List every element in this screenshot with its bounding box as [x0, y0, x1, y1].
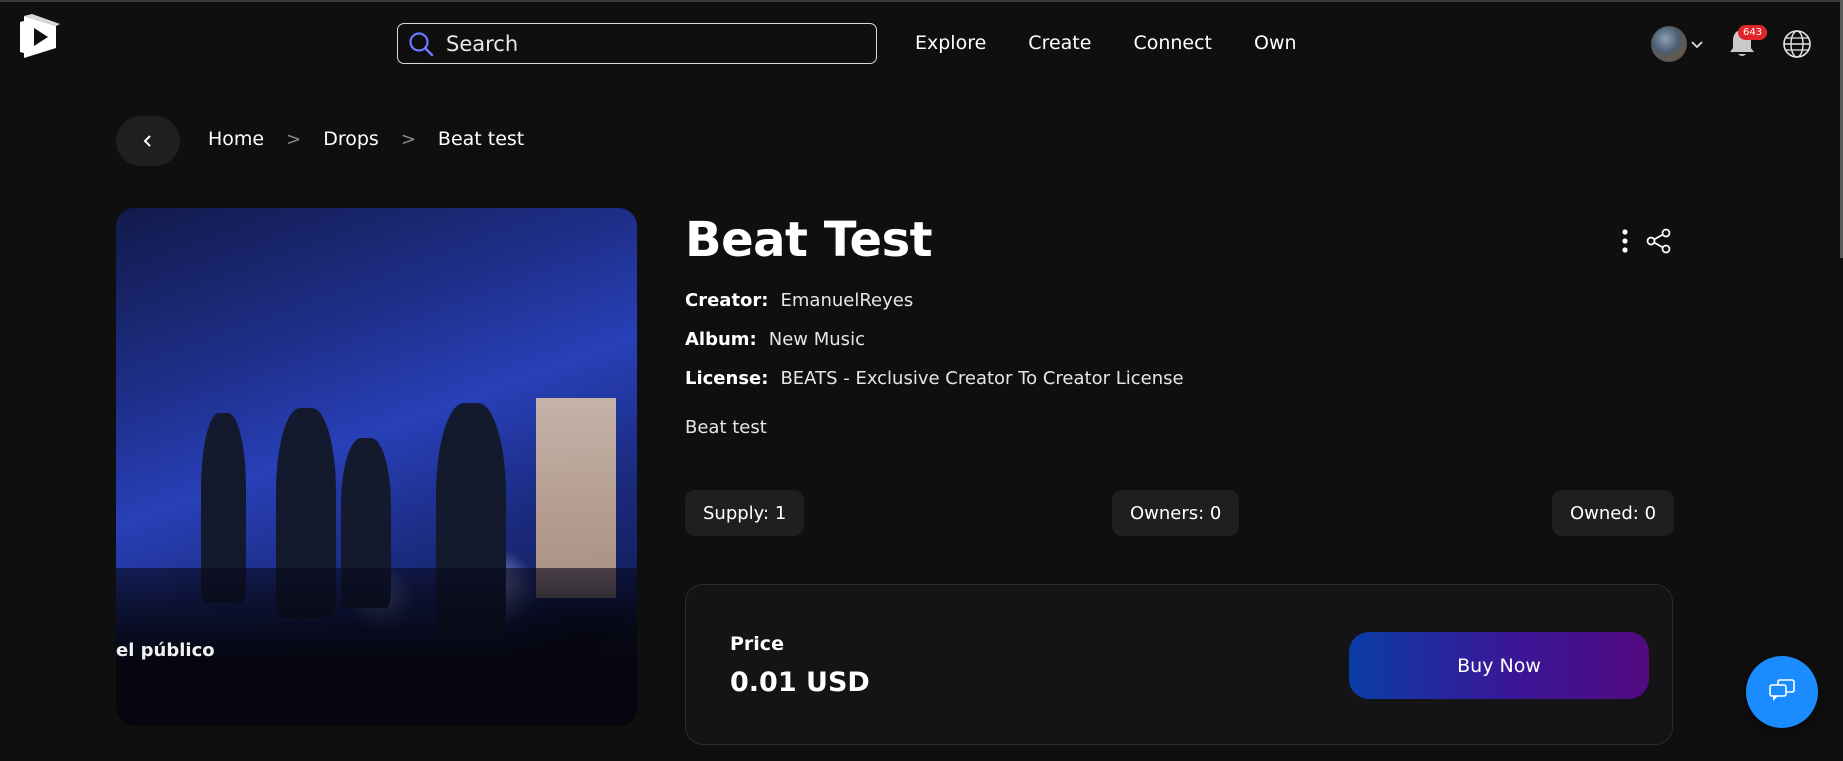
owners-pill[interactable]: Owners: 0: [1112, 490, 1240, 536]
share-icon[interactable]: [1646, 228, 1672, 254]
breadcrumb-drops[interactable]: Drops: [323, 128, 379, 150]
nav-own[interactable]: Own: [1254, 32, 1297, 54]
creator-label: Creator:: [685, 290, 769, 311]
price-value: 0.01 USD: [730, 667, 870, 698]
breadcrumb-home[interactable]: Home: [208, 128, 264, 150]
nav-connect[interactable]: Connect: [1133, 32, 1212, 54]
play-logo-icon[interactable]: [18, 14, 62, 60]
album-row: Album: New Music: [685, 329, 865, 350]
owned-pill: Owned: 0: [1552, 490, 1675, 536]
price-card: Price 0.01 USD Buy Now: [685, 584, 1673, 745]
license-label: License:: [685, 368, 769, 389]
notification-badge: 643: [1738, 25, 1768, 40]
media-caption: el público: [116, 640, 215, 661]
creator-name[interactable]: EmanuelReyes: [781, 290, 914, 311]
album-name[interactable]: New Music: [769, 329, 865, 350]
drop-title: Beat Test: [685, 212, 933, 268]
drop-media-image[interactable]: el público: [116, 208, 637, 726]
breadcrumb-separator: >: [400, 128, 416, 150]
chevron-down-icon[interactable]: [1689, 36, 1705, 52]
breadcrumb: Home > Drops > Beat test: [208, 128, 524, 150]
buy-now-button[interactable]: Buy Now: [1349, 632, 1649, 699]
search-input[interactable]: [446, 31, 846, 56]
license-name[interactable]: BEATS - Exclusive Creator To Creator Lic…: [780, 368, 1183, 389]
price-label: Price: [730, 633, 784, 655]
nav-explore[interactable]: Explore: [915, 32, 986, 54]
main-nav: Explore Create Connect Own: [915, 32, 1339, 54]
chevron-left-icon: [143, 135, 151, 147]
back-button[interactable]: [116, 116, 180, 166]
search-bar[interactable]: [397, 23, 877, 64]
kebab-icon[interactable]: [1617, 228, 1633, 254]
chat-icon: [1769, 679, 1795, 701]
album-label: Album:: [685, 329, 757, 350]
creator-row: Creator: EmanuelReyes: [685, 290, 913, 311]
chat-button[interactable]: [1746, 656, 1818, 728]
nav-create[interactable]: Create: [1028, 32, 1091, 54]
breadcrumb-separator: >: [286, 128, 302, 150]
user-menu[interactable]: [1651, 26, 1705, 62]
avatar[interactable]: [1651, 26, 1687, 62]
license-row: License: BEATS - Exclusive Creator To Cre…: [685, 368, 1184, 389]
breadcrumb-current: Beat test: [437, 128, 525, 150]
drop-description: Beat test: [685, 417, 767, 438]
top-border: [0, 0, 1843, 2]
supply-pill: Supply: 1: [685, 490, 805, 536]
globe-icon[interactable]: [1782, 29, 1812, 59]
search-icon: [409, 31, 434, 56]
